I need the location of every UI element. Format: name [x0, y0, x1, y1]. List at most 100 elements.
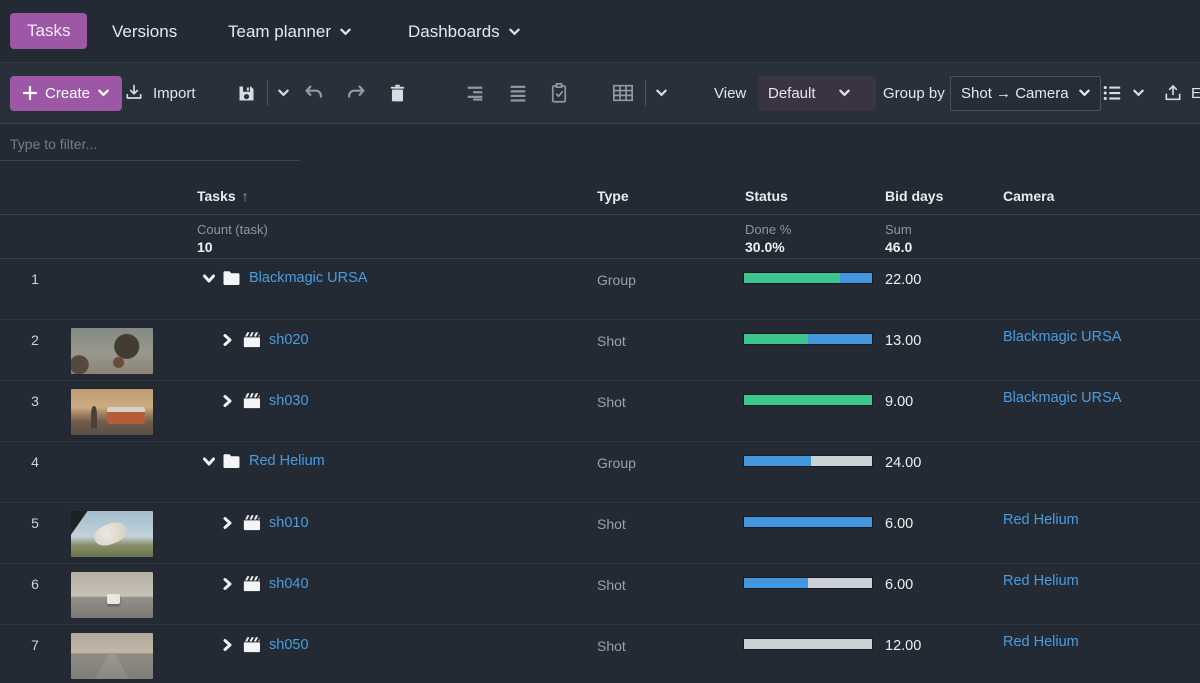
table-row: 6 sh040 Shot 6.00 Red Helium [0, 564, 1200, 625]
camera-link[interactable]: Blackmagic URSA [1003, 390, 1121, 406]
shot-slate-icon [242, 392, 261, 409]
caret-right-icon[interactable] [223, 395, 235, 407]
caret-right-icon[interactable] [223, 517, 235, 529]
summary-count-value: 10 [197, 239, 213, 255]
export-button[interactable]: Export [1163, 63, 1200, 123]
filter-input[interactable] [0, 128, 300, 161]
status-bar[interactable] [744, 517, 872, 527]
caret-down-icon[interactable] [203, 272, 215, 284]
status-bar[interactable] [744, 334, 872, 344]
type-cell: Group [597, 272, 636, 288]
caret-down-icon[interactable] [203, 455, 215, 467]
shot-thumbnail[interactable] [71, 572, 153, 618]
create-button-label: Create [45, 85, 90, 102]
column-header-camera[interactable]: Camera [1003, 188, 1054, 204]
status-bar[interactable] [744, 273, 872, 283]
column-header-bid-days[interactable]: Bid days [885, 188, 943, 204]
group-by-select-value: Shot → Camera [961, 85, 1069, 102]
group-by-select[interactable]: Shot → Camera [950, 76, 1101, 111]
delete-trash-icon[interactable] [388, 83, 407, 104]
task-link[interactable]: sh020 [269, 332, 309, 348]
summary-done-value: 30.0% [745, 239, 785, 255]
status-bar-segments [744, 456, 872, 466]
shot-thumbnail[interactable] [71, 511, 153, 557]
nav-item-versions[interactable]: Versions [112, 22, 177, 42]
task-link[interactable]: Red Helium [249, 453, 325, 469]
import-button[interactable]: Import [124, 63, 196, 123]
camera-link[interactable]: Red Helium [1003, 634, 1079, 650]
grid-view-icon[interactable] [611, 82, 635, 104]
status-bar[interactable] [744, 456, 872, 466]
view-mode-chevron-icon[interactable] [656, 89, 667, 97]
status-bar[interactable] [744, 578, 872, 588]
task-cell: sh040 [197, 575, 309, 592]
export-button-label: Export [1191, 85, 1200, 102]
summary-done-label: Done % [745, 222, 791, 237]
nav-item-tasks[interactable]: Tasks [10, 13, 87, 49]
nav-item-team-planner[interactable]: Team planner [228, 22, 351, 42]
type-cell: Shot [597, 516, 626, 532]
camera-link[interactable]: Red Helium [1003, 512, 1079, 528]
chevron-down-icon [1079, 89, 1090, 97]
task-link[interactable]: sh050 [269, 637, 309, 653]
nav-item-label: Dashboards [408, 22, 500, 42]
top-nav: Tasks Versions Team planner Dashboards [0, 0, 1200, 62]
sort-ascending-icon: ↑ [242, 188, 249, 204]
column-header-tasks[interactable]: Tasks↑ [197, 188, 249, 204]
create-button[interactable]: Create [10, 76, 122, 111]
task-cell: Blackmagic URSA [197, 270, 367, 286]
nav-item-label: Versions [112, 22, 177, 42]
bid-days-cell: 9.00 [885, 394, 913, 410]
status-bar[interactable] [744, 395, 872, 405]
caret-right-icon[interactable] [223, 578, 235, 590]
column-header-type[interactable]: Type [597, 188, 629, 204]
collapse-rows-icon[interactable] [464, 83, 486, 103]
row-number: 2 [0, 332, 70, 348]
expand-rows-icon[interactable] [507, 83, 529, 103]
nav-item-label: Team planner [228, 22, 331, 42]
task-link[interactable]: sh040 [269, 576, 309, 592]
chevron-down-icon [826, 89, 864, 97]
bid-days-cell: 22.00 [885, 272, 921, 288]
task-link[interactable]: sh010 [269, 515, 309, 531]
shot-thumbnail[interactable] [71, 389, 153, 435]
table-row: 3 sh030 Shot 9.00 Blackmagic URSA [0, 381, 1200, 442]
folder-icon [222, 453, 241, 469]
summary-sum-value: 46.0 [885, 239, 912, 255]
nav-item-dashboards[interactable]: Dashboards [408, 22, 520, 42]
shot-thumbnail[interactable] [71, 328, 153, 374]
status-bar-segments [744, 395, 872, 405]
table-row: 7 sh050 Shot 12.00 Red Helium [0, 625, 1200, 683]
task-cell: sh050 [197, 636, 309, 653]
column-header-status[interactable]: Status [745, 188, 788, 204]
chevron-down-icon [340, 28, 351, 36]
caret-right-icon[interactable] [223, 639, 235, 651]
task-cell: sh030 [197, 392, 309, 409]
divider [0, 214, 1200, 215]
task-link[interactable]: sh030 [269, 393, 309, 409]
status-bar-segments [744, 517, 872, 527]
redo-icon[interactable] [345, 82, 367, 104]
view-select[interactable]: Default [758, 76, 876, 111]
undo-icon[interactable] [303, 82, 325, 104]
save-options-chevron-icon[interactable] [278, 89, 289, 97]
type-cell: Group [597, 455, 636, 471]
bid-days-cell: 12.00 [885, 638, 921, 654]
camera-link[interactable]: Red Helium [1003, 573, 1079, 589]
row-number: 6 [0, 576, 70, 592]
task-link[interactable]: Blackmagic URSA [249, 270, 367, 286]
bid-days-cell: 6.00 [885, 577, 913, 593]
chevron-down-icon[interactable] [1133, 89, 1144, 97]
status-bar[interactable] [744, 639, 872, 649]
clipboard-check-icon[interactable] [549, 82, 569, 104]
task-cell: sh010 [197, 514, 309, 531]
list-options-icon[interactable] [1100, 83, 1124, 103]
save-icon[interactable] [236, 83, 257, 104]
table-row: 5 sh010 Shot 6.00 Red Helium [0, 503, 1200, 564]
bid-days-cell: 13.00 [885, 333, 921, 349]
shot-slate-icon [242, 636, 261, 653]
caret-right-icon[interactable] [223, 334, 235, 346]
shot-thumbnail[interactable] [71, 633, 153, 679]
camera-link[interactable]: Blackmagic URSA [1003, 329, 1121, 345]
shot-slate-icon [242, 514, 261, 531]
